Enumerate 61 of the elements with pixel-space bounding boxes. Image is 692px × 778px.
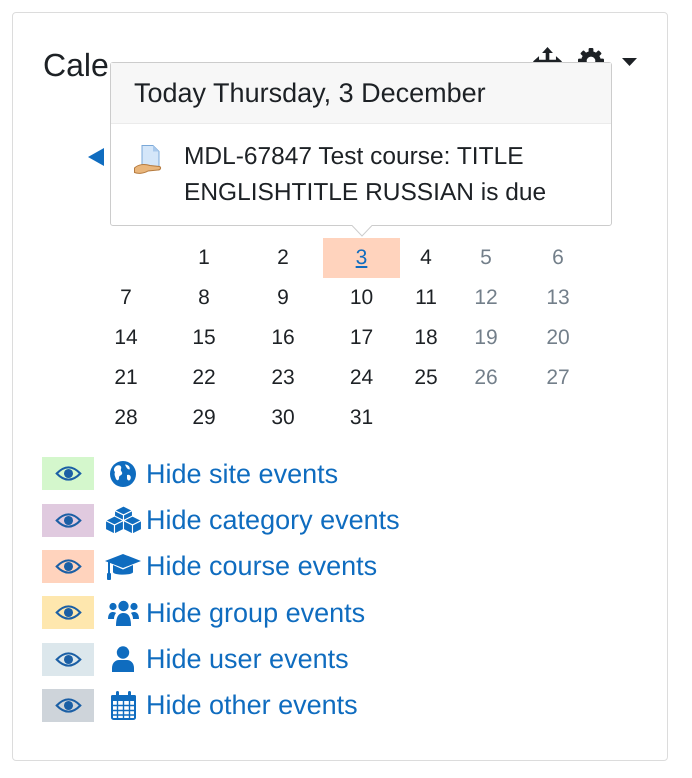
popover-header: Today Thursday, 3 December (111, 63, 611, 124)
day-number: 16 (271, 325, 295, 352)
day-number: 25 (414, 365, 438, 392)
event-description: MDL-67847 Test course: TITLE ENGLISHTITLE RUSSIAN is due (184, 142, 548, 208)
day-number: 6 (552, 245, 564, 272)
day-number: 1 (198, 245, 210, 272)
day-number: 4 (420, 245, 432, 272)
day-number: 2 (277, 245, 289, 272)
day-number: 13 (546, 285, 570, 312)
day-number: 7 (120, 285, 132, 312)
eye-icon (54, 558, 82, 576)
left-arrow-icon[interactable] (88, 148, 104, 166)
color-swatch[interactable] (42, 504, 94, 537)
hide-events-link[interactable]: Hide group events (146, 592, 366, 634)
color-swatch[interactable] (42, 642, 94, 676)
graduation-cap-icon (104, 552, 142, 581)
day-number: 19 (474, 325, 498, 352)
day-number: 22 (192, 365, 216, 392)
hide-events-link[interactable]: Hide course events (146, 546, 378, 587)
day-number: 15 (192, 325, 216, 352)
day-number: 14 (114, 325, 138, 352)
color-swatch[interactable] (42, 550, 94, 584)
day-number: 9 (277, 285, 289, 312)
hide-events-link[interactable]: Hide user events (146, 639, 349, 680)
eye-icon (54, 697, 82, 714)
color-swatch[interactable] (42, 457, 94, 490)
day-number: 26 (474, 365, 498, 392)
color-swatch[interactable] (42, 596, 94, 630)
day-number: 21 (114, 365, 138, 392)
caret-down-icon[interactable] (622, 58, 637, 66)
day-number: 23 (271, 365, 295, 392)
eye-icon (54, 512, 82, 529)
day-link[interactable]: 3 (323, 238, 400, 278)
day-number: 31 (350, 405, 374, 432)
day-number: 8 (198, 285, 210, 312)
hide-events-link[interactable]: Hide site events (146, 454, 338, 494)
document-hand-icon (134, 145, 162, 174)
day-number: 5 (480, 245, 492, 272)
day-number: 28 (114, 405, 138, 432)
day-number: 24 (350, 365, 374, 392)
day-number: 17 (350, 325, 374, 352)
day-number: 30 (271, 405, 295, 432)
day-number: 12 (474, 285, 498, 312)
user-icon (112, 646, 134, 672)
hide-events-link[interactable]: Hide other events (146, 685, 358, 726)
block-title: Cale (43, 46, 109, 85)
day-number: 27 (546, 365, 570, 392)
users-icon (108, 600, 138, 626)
day-number: 18 (414, 325, 438, 352)
day-number: 20 (546, 325, 570, 352)
hide-events-link[interactable]: Hide category events (146, 500, 400, 540)
eye-icon (54, 465, 82, 482)
color-swatch[interactable] (42, 689, 94, 722)
cubes-icon (104, 505, 142, 536)
eye-icon (54, 650, 82, 668)
eye-icon (54, 604, 82, 622)
calendar-icon (110, 691, 136, 720)
day-number: 29 (192, 405, 216, 432)
day-number: 10 (350, 285, 374, 312)
day-number: 11 (415, 285, 437, 312)
globe-icon (110, 460, 136, 487)
